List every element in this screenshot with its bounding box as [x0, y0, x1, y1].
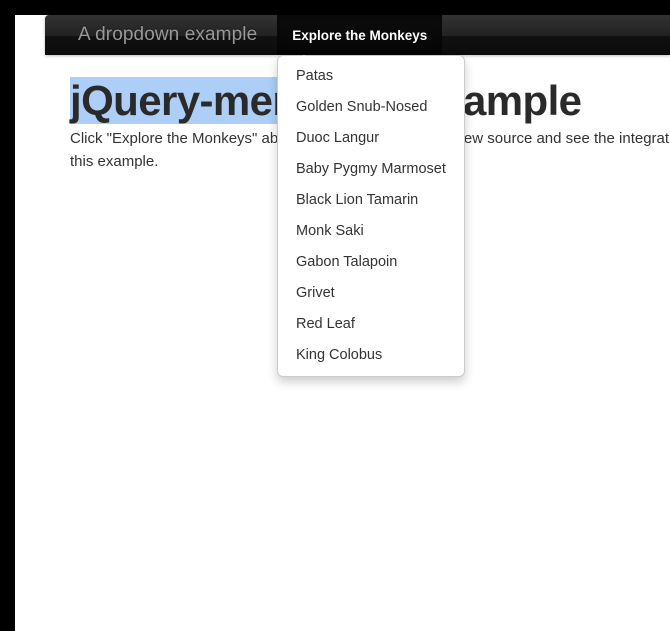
menu-item[interactable]: Patas: [278, 61, 464, 92]
dropdown-menu: Patas Golden Snub-Nosed Duoc Langur Baby…: [277, 55, 465, 377]
menu-link-king-colobus[interactable]: King Colobus: [278, 340, 464, 371]
menu-link-golden-snub-nosed[interactable]: Golden Snub-Nosed: [278, 92, 464, 123]
menu-link-baby-pygmy-marmoset[interactable]: Baby Pygmy Marmoset: [278, 154, 464, 185]
menu-link-grivet[interactable]: Grivet: [278, 278, 464, 309]
menu-item[interactable]: Grivet: [278, 278, 464, 309]
browser-page: A dropdown example Explore the Monkeys P…: [15, 15, 670, 631]
menu-link-monk-saki[interactable]: Monk Saki: [278, 216, 464, 247]
menu-item[interactable]: Red Leaf: [278, 309, 464, 340]
nav-item-explore-the-monkeys[interactable]: Explore the Monkeys: [277, 15, 443, 62]
menu-link-black-lion-tamarin[interactable]: Black Lion Tamarin: [278, 185, 464, 216]
menu-item[interactable]: Golden Snub-Nosed: [278, 92, 464, 123]
menu-item[interactable]: Duoc Langur: [278, 123, 464, 154]
menu-link-duoc-langur[interactable]: Duoc Langur: [278, 123, 464, 154]
menu-item[interactable]: King Colobus: [278, 340, 464, 371]
navbar-nav: Explore the Monkeys: [277, 15, 443, 62]
menu-item[interactable]: Gabon Talapoin: [278, 247, 464, 278]
navbar-brand[interactable]: A dropdown example: [58, 15, 277, 55]
caret-up-icon: [297, 55, 312, 62]
navbar-inner: A dropdown example Explore the Monkeys: [45, 15, 670, 62]
menu-link-gabon-talapoin[interactable]: Gabon Talapoin: [278, 247, 464, 278]
menu-link-red-leaf[interactable]: Red Leaf: [278, 309, 464, 340]
menu-item[interactable]: Monk Saki: [278, 216, 464, 247]
menu-item[interactable]: Baby Pygmy Marmoset: [278, 154, 464, 185]
nav-link-explore-the-monkeys[interactable]: Explore the Monkeys: [277, 15, 443, 55]
menu-link-patas[interactable]: Patas: [278, 61, 464, 92]
menu-item[interactable]: Black Lion Tamarin: [278, 185, 464, 216]
navbar: A dropdown example Explore the Monkeys: [45, 15, 670, 62]
